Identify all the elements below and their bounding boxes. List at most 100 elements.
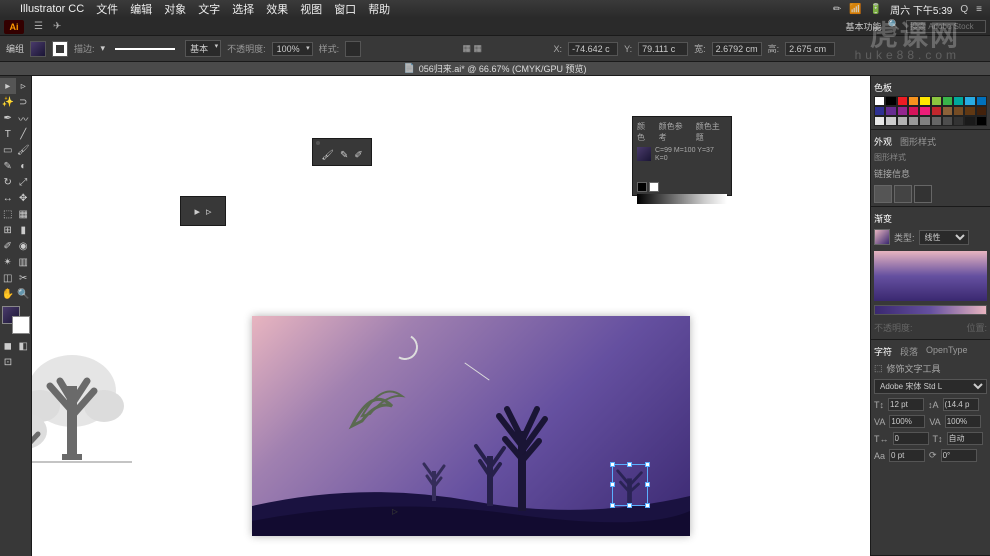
panel-close-icon[interactable] [316,141,320,145]
style-thumb-2[interactable] [894,185,912,203]
black-swatch[interactable] [637,182,647,192]
paintbrush-tool[interactable]: 🖌 [16,142,32,158]
screen-mode-tool[interactable]: ⊡ [0,354,16,370]
floating-color-panel[interactable]: 颜色 颜色参考 颜色主题 C=99 M=100 Y=37 K=0 [632,116,732,196]
spotlight-icon[interactable]: Q [960,4,968,15]
search-icon[interactable]: 🔍 [888,20,900,33]
para-tab[interactable]: 段落 [900,345,918,358]
menu-extras-icon[interactable]: ≡ [976,4,982,15]
document-tab[interactable]: 📄 056归来.ai* @ 66.67% (CMYK/GPU 预览) [0,62,990,76]
y-input[interactable] [638,42,688,56]
gradient-tool[interactable]: ▮ [16,222,32,238]
hscale-input[interactable] [893,432,929,445]
h-input[interactable] [785,42,835,56]
width-tool[interactable]: ↔ [0,190,16,206]
floating-arrow-panel[interactable]: ▸ ▹ [180,196,226,226]
opentype-tab[interactable]: OpenType [926,345,968,358]
menu-view[interactable]: 视图 [300,1,322,17]
menu-select[interactable]: 选择 [232,1,254,17]
slice-tool[interactable]: ✂ [16,270,32,286]
menu-file[interactable]: 文件 [96,1,118,17]
char-tab[interactable]: 字符 [874,345,892,358]
touch-type-icon[interactable]: ⬚ [874,363,883,374]
swatch-grid[interactable] [874,96,987,126]
mesh-tool[interactable]: ⊞ [0,222,16,238]
adobe-stock-search[interactable] [906,20,986,33]
direct-selection-tool[interactable]: ▹ [16,78,32,94]
direct-selection-arrow-icon[interactable]: ▹ [206,205,212,218]
eraser-tool[interactable]: ◐ [16,158,32,174]
brush-1-icon[interactable]: 🖌 [321,150,334,161]
stroke-color[interactable] [12,316,30,334]
color-spectrum[interactable] [637,194,727,204]
gradient-type-select[interactable]: 线性 [919,230,969,245]
font-size-input[interactable] [888,398,924,411]
style-thumb-3[interactable] [914,185,932,203]
scale-tool[interactable]: ⤢ [16,174,32,190]
align-icons[interactable]: ▦ ▦ [462,43,482,54]
gradient-tab[interactable]: 渐变 [874,212,892,225]
menu-effect[interactable]: 效果 [266,1,288,17]
rectangle-tool[interactable]: ▭ [0,142,16,158]
perspective-tool[interactable]: ▦ [16,206,32,222]
gradient-preview[interactable] [874,251,987,301]
artboard-tool[interactable]: ◫ [0,270,16,286]
free-transform-tool[interactable]: ✥ [16,190,32,206]
shape-builder-tool[interactable]: ⬚ [0,206,16,222]
menu-help[interactable]: 帮助 [368,1,390,17]
leading-input[interactable] [943,398,979,411]
shaper-tool[interactable]: ✎ [0,158,16,174]
rotate-tool[interactable]: ↻ [0,174,16,190]
opacity-input[interactable]: 100% [272,42,313,56]
current-color-swatch[interactable] [637,147,651,161]
cloud-icon[interactable]: ☰ [34,21,43,32]
zoom-tool[interactable]: 🔍 [16,286,32,302]
appearance-tab[interactable]: 外观 [874,135,892,148]
menu-edit[interactable]: 编辑 [130,1,152,17]
brush-3-icon[interactable]: ✐ [354,150,362,161]
kerning-input[interactable] [889,415,925,428]
stroke-dropdown[interactable]: ▾ [101,43,106,54]
line-tool[interactable]: ╱ [16,126,32,142]
canvas[interactable]: ▸ ▹ 🖌 ✎ ✐ [32,76,870,556]
artboard[interactable]: ▹ [252,316,690,536]
graph-tool[interactable]: ▥ [16,254,32,270]
graphic-styles-tab[interactable]: 图形样式 [900,135,936,148]
graphic-style-swatch[interactable] [345,41,361,57]
style-thumb-1[interactable] [874,185,892,203]
pen-tool[interactable]: ✒ [0,110,16,126]
font-family-select[interactable]: Adobe 宋体 Std L [874,379,987,394]
floating-brush-panel[interactable]: 🖌 ✎ ✐ [312,138,372,166]
menu-window[interactable]: 窗口 [334,1,356,17]
sync-icon[interactable]: ✈ [53,21,61,32]
gradient-mode-icon[interactable]: ◧ [16,338,32,354]
magic-wand-tool[interactable]: ✨ [0,94,16,110]
blend-tool[interactable]: ◉ [16,238,32,254]
gradient-slider[interactable] [874,305,987,315]
app-name[interactable]: Illustrator CC [20,3,84,15]
lasso-tool[interactable]: ⊃ [16,94,32,110]
fill-stroke-swatches[interactable] [2,306,30,334]
vscale-input[interactable] [947,432,983,445]
stroke-swatch[interactable] [52,41,68,57]
tracking-input[interactable] [945,415,981,428]
gradient-swatch[interactable] [874,229,890,245]
brush-2-icon[interactable]: ✎ [340,150,348,161]
menu-object[interactable]: 对象 [164,1,186,17]
symbol-sprayer-tool[interactable]: ✴ [0,254,16,270]
menu-type[interactable]: 文字 [198,1,220,17]
eyedropper-tool[interactable]: ✐ [0,238,16,254]
input-icon[interactable]: ✏ [833,4,841,15]
stroke-profile[interactable]: 基本 [185,40,221,57]
color-tab[interactable]: 颜色 [637,121,653,143]
color-mode-icon[interactable]: ◼ [0,338,16,354]
wifi-icon[interactable]: 📶 [849,4,861,15]
selection-bounding-box[interactable] [612,464,648,506]
white-swatch[interactable] [649,182,659,192]
color-theme-tab[interactable]: 颜色主题 [696,121,727,143]
clock-text[interactable]: 周六 下午5:39 [890,2,952,17]
color-guide-tab[interactable]: 颜色参考 [659,121,690,143]
w-input[interactable] [712,42,762,56]
curvature-tool[interactable]: 〰 [16,110,32,126]
type-tool[interactable]: T [0,126,16,142]
